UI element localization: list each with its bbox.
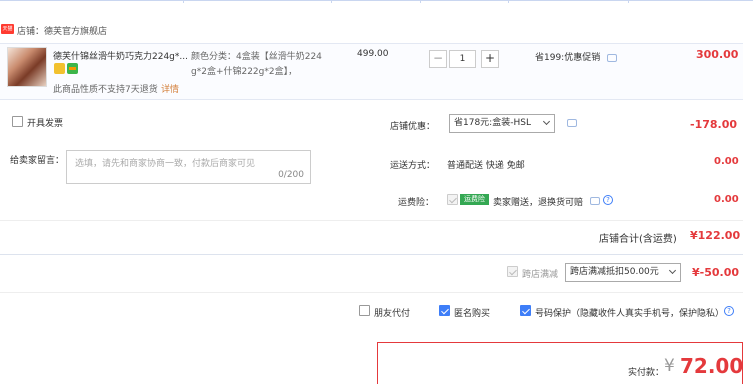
divider bbox=[0, 220, 743, 221]
insurance-badge: 运费险 bbox=[460, 194, 489, 205]
shop-discount-amount: -178.00 bbox=[690, 118, 738, 131]
chat-icon[interactable] bbox=[567, 119, 577, 127]
message-char-counter: 0/200 bbox=[278, 170, 304, 180]
item-subtotal: 300.00 bbox=[696, 48, 739, 61]
quantity-plus-button[interactable]: + bbox=[481, 50, 499, 68]
shop-discount-label: 店铺优惠： bbox=[390, 122, 436, 132]
insurance-amount: 0.00 bbox=[714, 194, 739, 205]
shop-total-value: ¥122.00 bbox=[690, 229, 741, 242]
insurance-checkbox bbox=[447, 194, 458, 205]
column-divider bbox=[183, 0, 184, 3]
column-divider bbox=[420, 0, 421, 3]
shop-discount-select[interactable]: 省178元:盒装-HSL bbox=[449, 114, 555, 133]
tmall-shop-icon: 天猫 bbox=[1, 24, 14, 34]
quantity-minus-button[interactable]: − bbox=[429, 50, 447, 68]
top-border bbox=[0, 0, 753, 1]
service-badge-icon bbox=[54, 63, 65, 74]
return-policy-notice: 此商品性质不支持7天退货 bbox=[53, 85, 158, 95]
friend-pay-label: 朋友代付 bbox=[374, 309, 411, 319]
seller-message-input[interactable]: 选填，请先和商家协商一致，付款后商家可见 0/200 bbox=[66, 150, 311, 184]
shop-total-label: 店铺合计(含运费) bbox=[599, 234, 677, 245]
insurance-label: 运费险： bbox=[398, 198, 435, 208]
cross-store-checkbox bbox=[507, 266, 518, 277]
shop-name-link[interactable]: 店铺：德芙官方旗舰店 bbox=[17, 24, 107, 37]
invoice-label: 开具发票 bbox=[27, 119, 64, 129]
return-policy-link[interactable]: 详情 bbox=[161, 82, 179, 95]
divider bbox=[0, 292, 743, 293]
anonymous-label: 匿名购买 bbox=[454, 309, 491, 319]
privacy-label: 号码保护（隐藏收件人真实手机号，保护隐私） bbox=[535, 309, 725, 319]
cross-store-amount: ¥-50.00 bbox=[692, 266, 740, 279]
chevron-down-icon bbox=[542, 117, 551, 126]
promo-text: 省199:优惠促销 bbox=[535, 53, 601, 63]
shipping-method: 普通配送 快递 免邮 bbox=[447, 161, 525, 171]
chat-icon[interactable] bbox=[590, 197, 600, 205]
quantity-input[interactable]: 1 bbox=[449, 50, 476, 68]
privacy-checkbox[interactable] bbox=[520, 305, 531, 316]
chevron-down-icon bbox=[668, 266, 677, 275]
divider bbox=[0, 254, 743, 255]
unit-price: 499.00 bbox=[357, 49, 389, 59]
cross-store-label: 跨店满减 bbox=[522, 270, 559, 280]
column-divider bbox=[331, 0, 332, 3]
column-divider bbox=[508, 0, 509, 3]
card-payment-icon bbox=[67, 63, 78, 74]
seller-message-label: 给卖家留言： bbox=[10, 156, 65, 166]
invoice-checkbox[interactable] bbox=[12, 116, 23, 127]
product-spec-line: g*2盒+什锦222g*2盒】， bbox=[191, 67, 298, 77]
product-title-link[interactable]: 德芙什锦丝滑牛奶巧克力224g*... bbox=[53, 49, 193, 62]
friend-pay-checkbox[interactable] bbox=[359, 305, 370, 316]
anonymous-checkbox[interactable] bbox=[439, 305, 450, 316]
help-icon[interactable]: ? bbox=[724, 306, 734, 316]
help-icon[interactable]: ? bbox=[603, 195, 613, 205]
shipping-amount: 0.00 bbox=[714, 156, 739, 167]
product-spec-line: 颜色分类：4盒装【丝滑牛奶224 bbox=[191, 52, 322, 62]
currency-symbol: ¥ bbox=[664, 356, 675, 376]
chat-icon[interactable] bbox=[607, 54, 617, 62]
message-placeholder: 选填，请先和商家协商一致，付款后商家可见 bbox=[75, 159, 256, 169]
payment-amount: 72.00 bbox=[680, 354, 744, 378]
insurance-text: 卖家赠送，退换货可赔 bbox=[493, 198, 584, 208]
cross-store-select[interactable]: 跨店满减抵扣50.00元 bbox=[565, 263, 681, 282]
shipping-label: 运送方式： bbox=[390, 161, 436, 171]
payment-label: 实付款： bbox=[628, 368, 665, 378]
product-thumbnail[interactable] bbox=[7, 47, 47, 87]
column-divider bbox=[628, 0, 629, 3]
